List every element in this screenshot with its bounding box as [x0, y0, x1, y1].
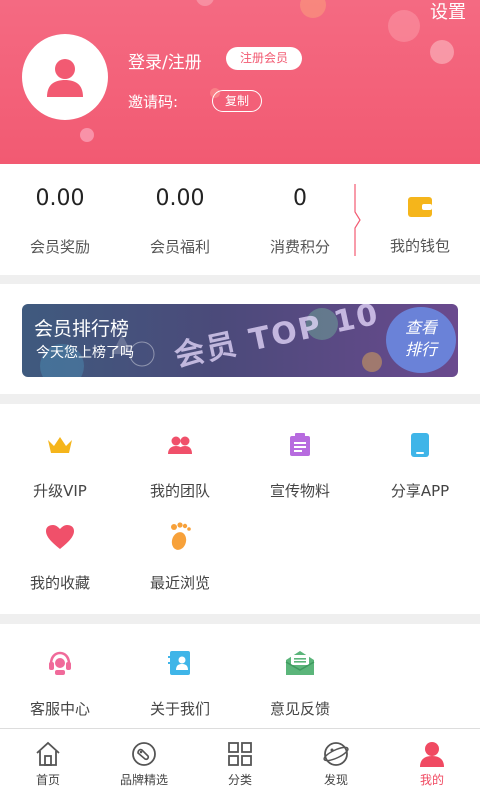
feature-label: 我的团队	[149, 482, 210, 500]
stats-row: 0.00 会员奖励 0.00 会员福利 0 消费积分 我的钱包	[0, 164, 480, 275]
login-register-link[interactable]: 登录/注册	[128, 48, 202, 73]
home-icon	[36, 741, 60, 766]
decor-bubble	[430, 40, 454, 64]
tab-mine[interactable]: 我的	[384, 729, 480, 800]
feature-icon-wrap	[165, 522, 195, 552]
feature-share-app[interactable]: 分享APP	[360, 430, 480, 501]
wallet-icon	[408, 197, 432, 217]
service-label: 关于我们	[149, 700, 210, 718]
stat-member-benefit[interactable]: 0.00 会员福利	[120, 164, 240, 275]
stat-label: 消费积分	[269, 238, 330, 256]
feature-recent-views[interactable]: 最近浏览	[120, 522, 240, 593]
service-label: 意见反馈	[269, 700, 330, 718]
stat-value: 0.00	[155, 186, 205, 211]
service-label: 客服中心	[29, 700, 90, 718]
feature-label: 我的收藏	[29, 574, 90, 592]
settings-button[interactable]: 设置	[430, 0, 466, 24]
tab-brand-selection[interactable]: 品牌精选	[96, 729, 192, 800]
tab-label: 品牌精选	[119, 773, 168, 787]
view-ranking-button[interactable]: 查看 排行	[386, 307, 456, 373]
decor-bubble	[388, 10, 420, 42]
phone-icon	[411, 433, 429, 457]
services-section: 客服中心 关于我们 意见反馈	[0, 624, 480, 728]
tag-icon	[132, 742, 156, 766]
feature-label: 分享APP	[390, 482, 450, 500]
feature-label: 最近浏览	[149, 574, 210, 592]
banner-section: 会员 TOP 10 会员排行榜 今天您上榜了吗 查看 排行	[0, 284, 480, 394]
ranking-banner[interactable]: 会员 TOP 10 会员排行榜 今天您上榜了吗 查看 排行	[22, 304, 458, 377]
decor-bubble	[196, 0, 214, 6]
bottom-tab-bar: 首页 品牌精选 分类 发现 我的	[0, 728, 480, 800]
decor-bubble	[300, 0, 326, 18]
clipboard-icon	[290, 433, 310, 456]
tab-category[interactable]: 分类	[192, 729, 288, 800]
register-member-button[interactable]: 注册会员	[226, 47, 303, 70]
my-wallet-button[interactable]: 我的钱包	[360, 164, 480, 275]
tab-label: 首页	[35, 773, 60, 787]
feature-label: 升级VIP	[33, 482, 87, 500]
wallet-label: 我的钱包	[389, 237, 450, 255]
stat-member-reward[interactable]: 0.00 会员奖励	[0, 164, 120, 275]
feature-label: 宣传物料	[269, 482, 330, 500]
contact-book-icon	[168, 651, 190, 675]
user-icon	[420, 742, 444, 767]
user-icon	[47, 59, 83, 97]
grid-icon	[228, 742, 252, 766]
feature-icon-wrap	[405, 430, 435, 460]
feature-icon-wrap	[45, 522, 75, 552]
tab-label: 发现	[323, 773, 348, 787]
stats-divider	[354, 184, 361, 256]
service-about-us[interactable]: 关于我们	[120, 648, 240, 719]
avatar[interactable]	[22, 34, 108, 120]
stat-label: 会员奖励	[29, 238, 90, 256]
tab-label: 我的	[419, 773, 444, 787]
banner-title: 会员排行榜	[34, 318, 130, 340]
features-section: 升级VIP 我的团队 宣传物料 分享APP 我的收藏 最近浏览	[0, 404, 480, 614]
stat-consumption-points[interactable]: 0 消费积分	[240, 164, 360, 275]
tab-home[interactable]: 首页	[0, 729, 96, 800]
stat-label: 会员福利	[149, 238, 210, 256]
feature-upgrade-vip[interactable]: 升级VIP	[0, 430, 120, 501]
tab-label: 分类	[227, 773, 252, 787]
feature-my-favorites[interactable]: 我的收藏	[0, 522, 120, 593]
crown-icon	[48, 437, 72, 453]
profile-header: 设置 登录/注册 注册会员 邀请码: 复制	[0, 0, 480, 164]
decor-bubble	[80, 128, 94, 142]
footprint-icon	[171, 522, 191, 550]
view-ranking-label: 查看 排行	[404, 318, 437, 359]
copy-button[interactable]: 复制	[212, 90, 263, 112]
service-icon-wrap	[285, 648, 315, 678]
service-customer-center[interactable]: 客服中心	[0, 648, 120, 719]
service-icon-wrap	[165, 648, 195, 678]
feature-icon-wrap	[165, 430, 195, 460]
planet-icon	[323, 742, 349, 766]
envelope-icon	[285, 651, 315, 675]
feature-icon-wrap	[285, 430, 315, 460]
feature-promo-material[interactable]: 宣传物料	[240, 430, 360, 501]
tab-discover[interactable]: 发现	[288, 729, 384, 800]
stat-value: 0.00	[35, 186, 85, 211]
invite-code-label: 邀请码:	[128, 93, 179, 111]
feature-icon-wrap	[45, 430, 75, 460]
banner-subtitle: 今天您上榜了吗	[36, 345, 134, 361]
heart-icon	[46, 525, 74, 549]
stat-value: 0	[293, 186, 307, 211]
service-feedback[interactable]: 意见反馈	[240, 648, 360, 719]
team-icon	[168, 436, 192, 454]
feature-my-team[interactable]: 我的团队	[120, 430, 240, 501]
service-icon-wrap	[45, 648, 75, 678]
headset-icon	[49, 651, 71, 675]
